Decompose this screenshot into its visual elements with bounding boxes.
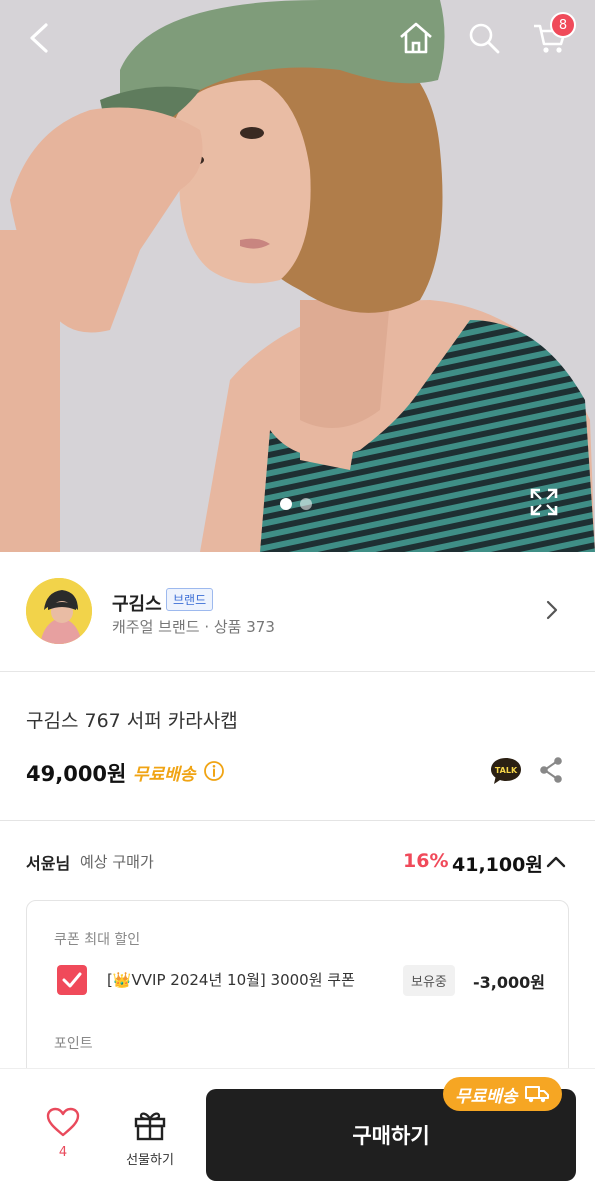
home-button[interactable] [392, 14, 440, 62]
kakaotalk-share-icon[interactable]: TALK [490, 756, 522, 786]
carousel-dot[interactable] [300, 498, 312, 510]
gift-label: 선물하기 [126, 1153, 174, 1168]
brand-subtitle: 캐주얼 브랜드 · 상품 373 [112, 618, 275, 636]
product-photo [0, 0, 595, 552]
brand-row[interactable]: 구김스 브랜드 캐주얼 브랜드 · 상품 373 [0, 552, 595, 672]
free-shipping-label: 무료배송 [133, 765, 196, 785]
product-image-carousel[interactable]: 8 [0, 0, 595, 552]
estimate-user-name: 서윤님 [26, 854, 71, 873]
brand-name[interactable]: 구김스 [112, 590, 162, 616]
cart-button[interactable]: 8 [526, 12, 576, 62]
share-icon[interactable] [538, 756, 564, 784]
coupon-checkbox[interactable] [57, 965, 87, 995]
product-title: 구김스 767 서퍼 카라사캡 [26, 710, 238, 732]
top-navigation-bar: 8 [0, 0, 595, 78]
estimate-price: 41,100원 [452, 854, 543, 876]
carousel-indicator [280, 498, 312, 510]
chevron-right-icon[interactable] [544, 598, 560, 622]
free-shipping-badge-label: 무료배송 [455, 1086, 518, 1107]
like-button[interactable]: 4 [40, 1107, 86, 1160]
product-price: 49,000원 [26, 762, 127, 786]
chevron-left-icon [30, 23, 48, 53]
search-icon [469, 23, 500, 54]
coupon-section-title: 쿠폰 최대 할인 [54, 932, 141, 948]
carousel-dot[interactable] [280, 498, 292, 510]
coupon-status-badge: 보유중 [403, 965, 455, 996]
coupon-amount: -3,000원 [473, 973, 545, 992]
estimate-label: 예상 구매가 [80, 853, 154, 871]
like-count: 4 [58, 1145, 68, 1160]
search-button[interactable] [460, 14, 508, 62]
section-divider [0, 820, 595, 821]
chevron-up-icon[interactable] [545, 852, 567, 872]
points-section-title: 포인트 [54, 1036, 93, 1052]
fullscreen-icon [530, 488, 558, 516]
brand-avatar [26, 578, 92, 644]
brand-badge: 브랜드 [166, 588, 214, 611]
home-icon [400, 22, 432, 54]
cart-count-badge: 8 [550, 12, 576, 38]
free-shipping-badge: 무료배송 [443, 1077, 562, 1111]
gift-icon [134, 1112, 166, 1141]
estimate-discount-percent: 16% [403, 850, 449, 872]
back-button[interactable] [16, 14, 64, 62]
gift-button[interactable]: 선물하기 [120, 1109, 180, 1168]
buy-button-label: 구매하기 [352, 1124, 430, 1148]
brand-logo-image [26, 578, 92, 644]
checkmark-icon [62, 972, 82, 988]
heart-icon [46, 1107, 80, 1137]
bottom-action-bar: 4 선물하기 구매하기 무료배송 [0, 1068, 595, 1200]
delivery-truck-icon [524, 1086, 549, 1103]
expand-image-button[interactable] [524, 482, 564, 522]
talk-label: TALK [495, 766, 518, 775]
coupon-name: [👑VVIP 2024년 10월] 3000원 쿠폰 [107, 971, 355, 989]
info-icon[interactable] [203, 760, 225, 782]
